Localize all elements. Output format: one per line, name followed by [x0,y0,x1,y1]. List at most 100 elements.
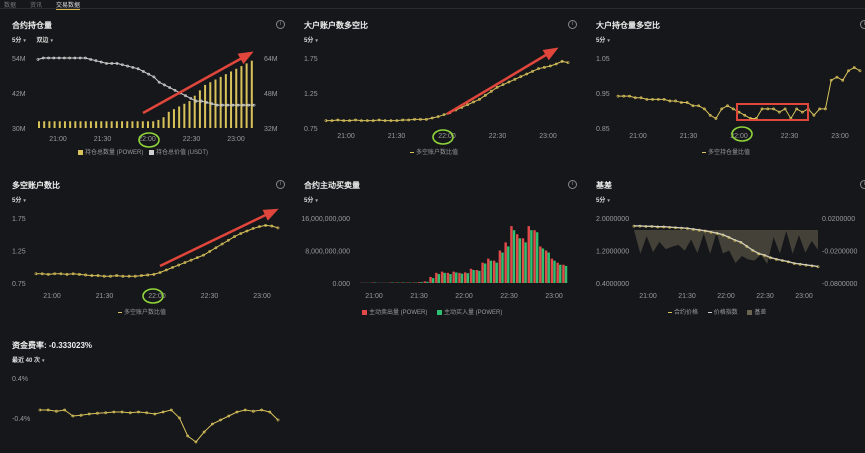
x-tick-label: 22:30 [201,293,219,300]
buy-volume-bar [512,230,516,283]
x-tick-label: 21:30 [96,293,114,300]
y-tick-label: 1.2000000 [596,249,629,256]
top-tab-bar: 数据 资讯 交易数据 [0,0,865,10]
sell-volume-bar [550,258,554,283]
basis-area [634,230,818,264]
sell-volume-bar [435,272,438,283]
y-tick-label: 0.0200000 [822,216,855,223]
oi-bar [95,121,98,128]
y-tick-label: 48M [264,91,278,98]
oi-bar [63,121,66,128]
sell-volume-bar [527,226,530,283]
top-accounts-chart: 1.751.250.7521:00 21:30 22:00 22:30 23:00 [304,47,570,145]
x-tick-label: 22:30 [183,136,201,143]
y-tick-label: 30M [12,126,26,133]
oi-bar [100,121,103,128]
oi-bar [79,121,82,128]
top-accounts-line [326,60,569,122]
chart-legend: 多空持仓量比值 [702,147,750,156]
sell-volume-bar [475,270,478,283]
buy-volume-bar [460,273,464,283]
sell-volume-bar [510,226,513,283]
buy-volume-bar [518,238,522,283]
y-tick-label: 1.75 [12,216,26,223]
oi-bar [240,66,243,128]
sell-volume-bar [504,242,507,283]
sell-volume-bar [539,246,542,283]
y-tick-label: 0.95 [596,91,610,98]
legend-swatch [78,149,83,155]
x-tick-label: 21:30 [94,136,112,143]
buy-volume-bar [426,281,429,283]
oi-bar [115,121,118,128]
chart-legend: 多空账户数比值 [410,147,458,156]
legend-swatch [410,151,414,153]
open-interest-panel: 合约持仓量 i 5分 ▾ 双边 ▾ 54M 42M 30M 64M 48M 32M 21:00 2… [8,20,291,160]
x-tick-label: 21:00 [49,136,67,143]
sell-volume-bar [562,264,565,283]
x-tick-label: 22:00 [717,293,735,300]
taker-volume-chart: 16,000,000,000 8,000,000,000 0.000 21:00 21:… [301,216,568,300]
top-positions-panel: 大户持仓量多空比 i 5分 ▾ 1.05 0.95 0.85 21:00 21:30 22:… [592,20,865,160]
y-tick-label: 16,000,000,000 [301,216,350,223]
sell-volume-bar [533,230,536,283]
sell-volume-bar [544,250,548,283]
oi-bar [157,119,160,128]
oi-bar [214,79,217,128]
oi-bar [167,111,170,128]
x-tick-label: 21:30 [678,293,696,300]
x-tick-label: 21:30 [680,133,698,140]
oi-bar [224,74,227,128]
chart-legend: 持仓总数量 (POWER) 持仓总价值 (USDT) [78,147,208,156]
legend-swatch [437,309,443,315]
y-tick-label: 0.000 [332,281,350,288]
oi-bar [152,121,155,128]
buy-volume-bar [437,274,441,283]
basis-chart: 2.0000000 1.2000000 0.4000000 0.0200000 -0.0… [596,216,858,300]
funding-rate-chart: 0.4% -0.4% [12,376,280,444]
y-tick-label: 0.75 [304,126,318,133]
buy-volume-bar [559,264,562,283]
buy-volume-bar [466,273,470,283]
y-tick-label: 0.85 [596,126,610,133]
legend-swatch [362,309,367,315]
legend-swatch [149,149,155,155]
oi-bar [141,121,144,128]
long-short-panel: 多空账户数比 i 5分 ▾ 1.75 1.25 0.75 21:00 21:30 22:00… [8,180,291,320]
x-tick-label: 21:00 [337,133,355,140]
sell-volume-bar [498,250,502,283]
buy-volume-bar [489,260,493,283]
x-tick-label: 22:30 [500,293,518,300]
taker-volume-panel: 合约主动买卖量 i 5分 ▾ 16,000,000,000 8,000,000,00… [300,180,583,320]
tab-data[interactable]: 数据 [4,0,16,9]
top-positions-chart: 1.050.950.8521:00 21:30 22:00 22:30 23:00 [596,56,862,142]
oi-bar [204,84,207,128]
buy-volume-bar [530,230,533,283]
sell-volume-bar [492,260,496,283]
tab-news[interactable]: 资讯 [30,0,42,9]
y-tick-label: -0.4% [12,416,30,423]
oi-bar [230,71,233,128]
y-tick-label: 0.4000000 [596,281,629,288]
legend-swatch [668,311,672,313]
legend-swatch [702,151,706,153]
buy-volume-bar [535,232,539,283]
x-tick-label: 21:00 [43,293,61,300]
funding-rate-panel: 资金费率: -0.333023% 最近 40 次 ▾ 0.4% -0.4% [8,340,291,450]
trend-arrowhead [542,47,559,61]
sell-volume-bar [440,271,444,283]
x-tick-label: 22:30 [756,293,774,300]
oi-bar [245,63,248,129]
x-tick-label: 22:30 [489,133,507,140]
tab-trading-data[interactable]: 交易数据 [56,0,81,10]
oi-bar [48,121,51,128]
funding-rate-line [40,409,279,443]
oi-bar [172,109,175,128]
sell-volume-bar [464,272,467,283]
oi-bar [89,121,92,128]
x-tick-label: 23:00 [253,293,271,300]
x-tick-label: 23:00 [227,136,245,143]
x-tick-label: 22:00 [455,293,473,300]
sell-volume-bar [458,272,461,283]
oi-bar [219,76,222,128]
